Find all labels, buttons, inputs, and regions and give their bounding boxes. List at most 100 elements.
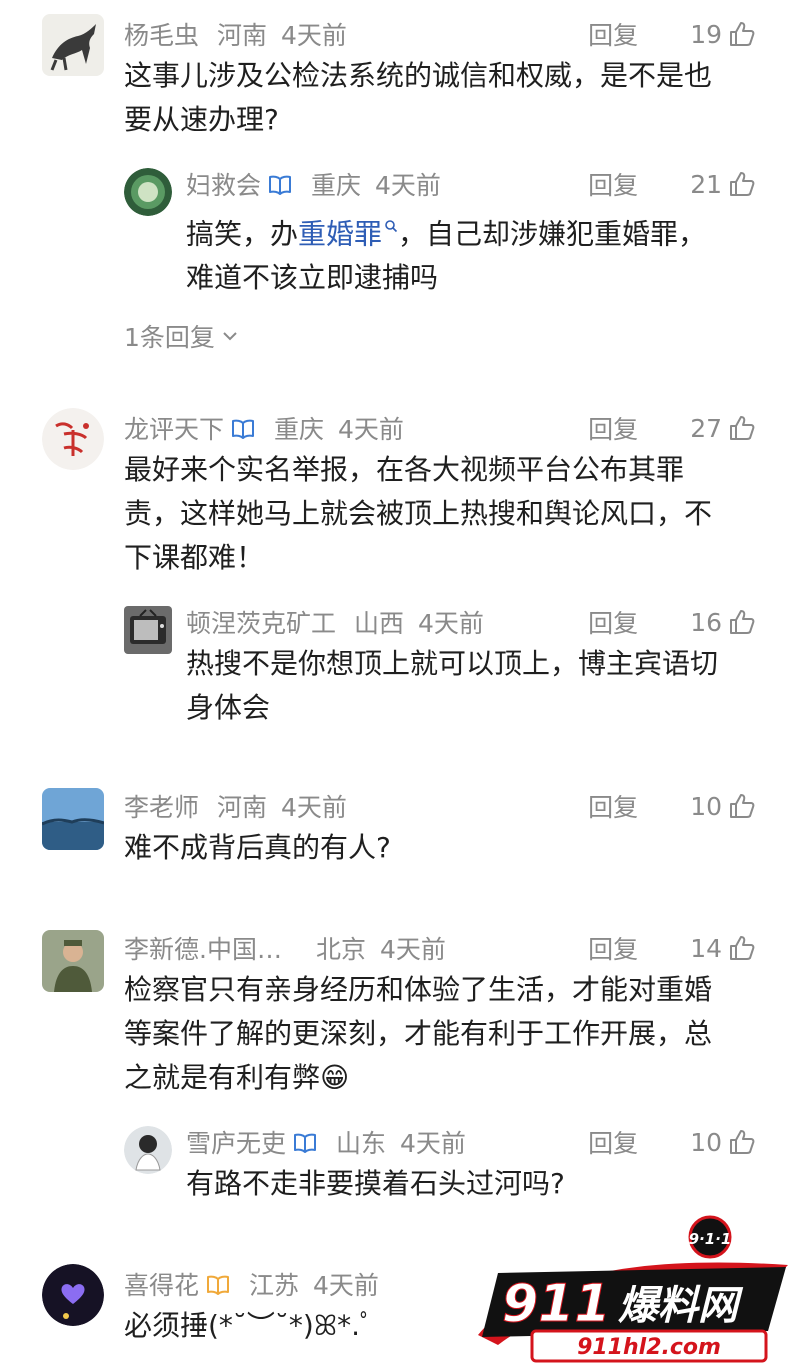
reply-text: 搞笑，办重婚罪 ，自己却涉嫌犯重婚罪， 难道不该立即逮捕吗 (186, 206, 706, 300)
avatar[interactable] (124, 1126, 172, 1174)
expand-replies-label: 1条回复 (124, 323, 215, 352)
comment-text-line: 要从速办理? (124, 103, 279, 136)
reply-text-line: 有路不走非要摸着石头过河吗? (186, 1167, 565, 1200)
reply-text-line: 难道不该立即逮捕吗 (186, 261, 439, 295)
region: 重庆 (274, 415, 325, 444)
region: 江苏 (249, 1271, 300, 1300)
watermark-logo: 9·1·1 911 爆料网 911hl2.com (468, 1215, 798, 1365)
timestamp: 4天前 (338, 415, 404, 444)
comment-meta: 杨毛虫 河南 4天前 (124, 16, 347, 52)
verified-book-icon (205, 1271, 231, 1297)
comment-text-line: 难不成背后真的有人? (124, 831, 391, 864)
like-count: 27 (690, 413, 722, 443)
comment-text-line: 之就是有利有弊😁 (124, 1061, 350, 1094)
logo-title: 爆料网 (618, 1283, 744, 1329)
timestamp: 4天前 (281, 21, 347, 50)
username[interactable]: 喜得花 (124, 1266, 199, 1302)
region: 河南 (217, 793, 268, 822)
username[interactable]: 妇救会 (186, 166, 261, 202)
reply-button[interactable]: 回复 (588, 930, 638, 966)
comment-text-line: 必须捶(*˘︶˘*)ꕤ*.ﾟ (124, 1309, 375, 1342)
avatar[interactable] (124, 168, 172, 216)
thumbs-up-icon[interactable] (728, 170, 756, 198)
comment-actions: 回复 27 (588, 410, 756, 446)
comment-text: 最好来个实名举报，在各大视频平台公布其罪 责，这样她马上就会被顶上热搜和舆论风口… (124, 448, 712, 580)
reply-meta: 妇救会 重庆 4天前 (186, 166, 441, 202)
comment-text: 检察官只有亲身经历和体验了生活，才能对重婚 等案件了解的更深刻，才能有利于工作开… (124, 968, 712, 1100)
timestamp: 4天前 (418, 609, 484, 638)
region: 河南 (217, 21, 268, 50)
comment-actions: 回复 19 (588, 16, 756, 52)
comment-text-line: 等案件了解的更深刻，才能有利于工作开展，总 (124, 1017, 713, 1050)
timestamp: 4天前 (375, 171, 441, 200)
reply-actions: 回复 16 (588, 604, 756, 640)
thumbs-up-icon[interactable] (728, 414, 756, 442)
timestamp: 4天前 (400, 1129, 466, 1158)
comment-text: 这事儿涉及公检法系统的诚信和权威，是不是也 要从速办理? (124, 54, 712, 142)
avatar[interactable] (42, 1264, 104, 1326)
comment-meta: 李新德.中国… 北京 4天前 (124, 930, 446, 966)
reply-button[interactable]: 回复 (588, 788, 638, 824)
like-count: 10 (690, 791, 722, 821)
like-count: 19 (690, 19, 722, 49)
region: 北京 (315, 935, 366, 964)
like-count: 14 (690, 933, 722, 963)
text-segment: ，自己却涉嫌犯重婚罪， (398, 217, 707, 251)
region: 山东 (336, 1129, 387, 1158)
reply-meta: 雪庐无吏 山东 4天前 (186, 1124, 466, 1160)
avatar[interactable] (124, 606, 172, 654)
avatar[interactable] (42, 14, 104, 76)
verified-book-icon (267, 171, 293, 197)
thumbs-up-icon[interactable] (728, 20, 756, 48)
comment-text-line: 最好来个实名举报，在各大视频平台公布其罪 (124, 453, 685, 486)
username[interactable]: 杨毛虫 (124, 16, 199, 52)
thumbs-up-icon[interactable] (728, 934, 756, 962)
like-count: 10 (690, 1127, 722, 1157)
reply-button[interactable]: 回复 (588, 16, 638, 52)
timestamp: 4天前 (313, 1271, 379, 1300)
thumbs-up-icon[interactable] (728, 608, 756, 636)
comment-text: 必须捶(*˘︶˘*)ꕤ*.ﾟ (124, 1304, 374, 1348)
expand-replies-button[interactable]: 1条回复 (124, 318, 239, 354)
reply-actions: 回复 10 (588, 1124, 756, 1160)
reply-button[interactable]: 回复 (588, 604, 638, 640)
chevron-down-icon (223, 332, 237, 341)
username[interactable]: 李老师 (124, 788, 199, 824)
comment-actions: 回复 10 (588, 788, 756, 824)
region: 重庆 (311, 171, 362, 200)
reply-text-line: 身体会 (186, 691, 271, 724)
like-count: 21 (690, 169, 722, 199)
username[interactable]: 龙评天下 (124, 410, 224, 446)
reply-text-line: 热搜不是你想顶上就可以顶上，博主宾语切 (186, 647, 719, 680)
thumbs-up-icon[interactable] (728, 792, 756, 820)
username[interactable]: 李新德.中国… (124, 930, 282, 966)
avatar[interactable] (42, 788, 104, 850)
comment-text: 难不成背后真的有人? (124, 826, 391, 870)
timestamp: 4天前 (281, 793, 347, 822)
username[interactable]: 顿涅茨克矿工 (186, 604, 336, 640)
comment-text-line: 检察官只有亲身经历和体验了生活，才能对重婚 (124, 973, 713, 1006)
avatar[interactable] (42, 408, 104, 470)
thumbs-up-icon[interactable] (728, 1128, 756, 1156)
reply-button[interactable]: 回复 (588, 1124, 638, 1160)
username[interactable]: 雪庐无吏 (186, 1124, 286, 1160)
search-icon[interactable] (384, 218, 398, 237)
comment-text-line: 这事儿涉及公检法系统的诚信和权威，是不是也 (124, 59, 713, 92)
logo-badge-text: 9·1·1 (689, 1230, 732, 1248)
comment-text-line: 责，这样她马上就会被顶上热搜和舆论风口，不 (124, 497, 713, 530)
reply-button[interactable]: 回复 (588, 166, 638, 202)
verified-book-icon (292, 1129, 318, 1155)
region: 山西 (354, 609, 405, 638)
keyword-search-link[interactable]: 重婚罪 (298, 217, 382, 250)
reply-text-line: 搞笑，办重婚罪 ，自己却涉嫌犯重婚罪， (186, 206, 706, 256)
comment-actions: 回复 14 (588, 930, 756, 966)
reply-actions: 回复 21 (588, 166, 756, 202)
reply-text: 热搜不是你想顶上就可以顶上，博主宾语切 身体会 (186, 642, 718, 730)
avatar[interactable] (42, 930, 104, 992)
reply-button[interactable]: 回复 (588, 410, 638, 446)
comment-text-line: 下课都难！ (124, 541, 265, 574)
logo-number: 911 (502, 1274, 611, 1334)
comment-meta: 龙评天下 重庆 4天前 (124, 410, 404, 446)
comment-meta: 李老师 河南 4天前 (124, 788, 347, 824)
like-count: 16 (690, 607, 722, 637)
